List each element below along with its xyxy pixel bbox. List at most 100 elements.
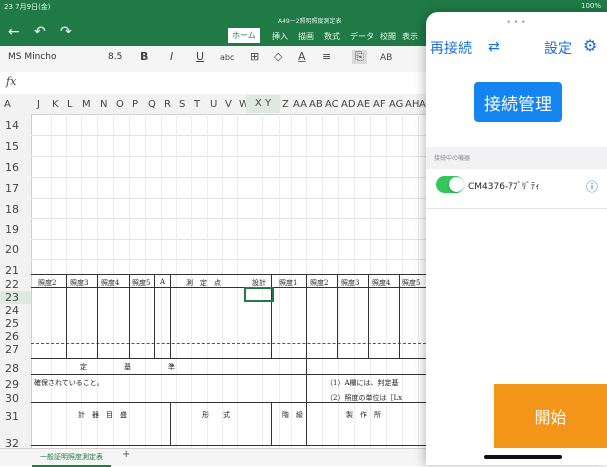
row-header[interactable]: 16	[0, 161, 31, 174]
row-header[interactable]: 22	[0, 278, 31, 291]
column-header[interactable]: Z	[282, 99, 289, 110]
align-icon[interactable]: ≡	[322, 50, 331, 63]
add-sheet-button[interactable]: +	[122, 449, 130, 460]
tab-insert[interactable]: 挿入	[272, 31, 288, 42]
text-color-button[interactable]: A	[298, 50, 306, 63]
toggle-knob	[449, 177, 464, 192]
column-header[interactable]: AH	[405, 99, 419, 110]
column-header[interactable]: AG	[389, 99, 403, 110]
tab-formulas[interactable]: 数式	[324, 31, 340, 42]
tab-view[interactable]: 表示	[402, 31, 418, 42]
column-header[interactable]: M	[82, 99, 91, 110]
row-header[interactable]: 15	[0, 140, 31, 153]
row-header-selected[interactable]: 23	[0, 291, 31, 304]
fx-icon: fx	[6, 75, 17, 88]
cell-text: 照度5	[402, 279, 421, 287]
cell-text: （2）照度の単位は［Lx	[326, 394, 403, 402]
column-header[interactable]: T	[194, 99, 200, 110]
column-header[interactable]: K	[52, 99, 59, 110]
tab-draw[interactable]: 描画	[298, 31, 314, 42]
cell-text: 準	[168, 363, 175, 371]
column-header[interactable]: AD	[341, 99, 356, 110]
column-header[interactable]: AA	[293, 99, 307, 110]
info-icon[interactable]: ⓘ	[586, 178, 598, 195]
row-header[interactable]: 30	[0, 392, 31, 405]
row-header[interactable]: 14	[0, 119, 31, 132]
column-header[interactable]: L	[67, 99, 73, 110]
cell-text: 照度2	[310, 279, 329, 287]
column-header[interactable]: S	[179, 99, 185, 110]
column-header[interactable]: N	[100, 99, 107, 110]
font-size-select[interactable]: 8.5	[108, 52, 122, 62]
cell-text: 階 級	[282, 411, 303, 419]
font-name-select[interactable]: MS Mincho	[8, 52, 56, 62]
cell-text: 基	[124, 363, 131, 371]
tab-review[interactable]: 校閲	[380, 31, 396, 42]
row-header[interactable]: 25	[0, 317, 31, 330]
cell-text: （1）A欄には、判定基	[326, 379, 399, 387]
undo-icon[interactable]: ↶	[34, 24, 46, 40]
column-header[interactable]: U	[210, 99, 217, 110]
column-header[interactable]: A	[4, 99, 11, 110]
cell-text: 照度4	[372, 279, 391, 287]
cell-text: 照度1	[279, 279, 298, 287]
selected-cell[interactable]	[244, 287, 274, 302]
row-header[interactable]: 18	[0, 203, 31, 216]
device-name: CM4376-ｱﾌﾞﾘﾞﾃｨ	[468, 182, 540, 192]
row-header[interactable]: 17	[0, 182, 31, 195]
column-header[interactable]: AF	[373, 99, 386, 110]
row-header[interactable]: 29	[0, 378, 31, 391]
column-header[interactable]: Q	[148, 99, 156, 110]
borders-icon[interactable]: ⊞	[250, 50, 259, 63]
connection-management-button[interactable]: 接続管理	[474, 82, 562, 122]
bold-button[interactable]: B	[140, 50, 148, 63]
column-header[interactable]: AB	[309, 99, 323, 110]
underline-button[interactable]: U	[196, 50, 204, 63]
cell-text: 照度3	[70, 279, 89, 287]
sheet-tab[interactable]: 一般証明照度測定表	[32, 449, 111, 467]
column-header[interactable]: V	[225, 99, 232, 110]
fill-color-icon[interactable]: ◇	[274, 50, 282, 63]
cell-text: 照度4	[101, 279, 120, 287]
cell-text: 確保されていること。	[34, 379, 104, 387]
cell-text: 製 作 所	[346, 411, 381, 419]
settings-button[interactable]: 設定	[544, 38, 572, 58]
cell-text: A	[160, 278, 166, 286]
cell-text: 測 定 点	[186, 279, 221, 287]
start-button[interactable]: 開始	[494, 384, 607, 448]
row-header[interactable]: 27	[0, 343, 31, 356]
column-header[interactable]: J	[37, 99, 40, 110]
tab-home[interactable]: ホーム	[228, 28, 260, 43]
cell-text: 照度5	[132, 279, 151, 287]
gear-icon[interactable]: ⚙	[583, 36, 597, 55]
redo-icon[interactable]: ↷	[60, 24, 72, 40]
row-header[interactable]: 31	[0, 410, 31, 423]
row-header[interactable]: 21	[0, 264, 31, 277]
strikethrough-button[interactable]: abc	[220, 53, 234, 62]
row-header[interactable]: 20	[0, 243, 31, 256]
row-header[interactable]: 19	[0, 223, 31, 236]
column-header[interactable]: R	[164, 99, 171, 110]
tab-data[interactable]: データ	[350, 31, 374, 42]
row-header[interactable]: 24	[0, 304, 31, 317]
column-header-selected[interactable]: X Y	[246, 95, 280, 113]
reconnect-button[interactable]: 再接続	[430, 38, 472, 58]
divider	[426, 208, 607, 209]
italic-button[interactable]: I	[170, 50, 173, 63]
wrap-text-icon[interactable]: ⎘	[352, 50, 367, 64]
battery-indicator: 100%	[580, 2, 601, 10]
reconnect-icon[interactable]: ⇄	[488, 39, 500, 55]
section-label: 接続中の機器	[434, 155, 471, 162]
row-header[interactable]: 28	[0, 362, 31, 375]
format-painter-icon[interactable]: AB	[380, 53, 392, 63]
column-header[interactable]: AC	[325, 99, 339, 110]
back-icon[interactable]: ←	[8, 24, 20, 40]
status-bar-time: 23 7月9日(金)	[4, 3, 51, 11]
column-header[interactable]: O	[116, 99, 124, 110]
more-icon[interactable]: •••	[506, 18, 528, 28]
cell-text: 形 式	[202, 411, 230, 419]
column-header[interactable]: P	[132, 99, 138, 110]
column-header[interactable]: AE	[357, 99, 370, 110]
document-title: A49ー2照明照度測定表	[278, 18, 342, 25]
row-header[interactable]: 26	[0, 330, 31, 343]
